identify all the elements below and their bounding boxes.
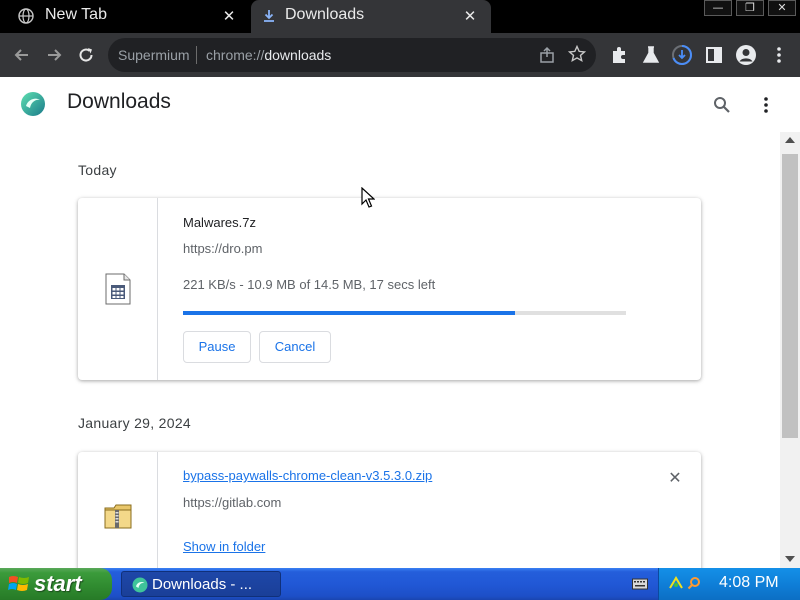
address-bar[interactable]: Supermium chrome://downloads: [108, 38, 596, 72]
download-status: 221 KB/s - 10.9 MB of 14.5 MB, 17 secs l…: [183, 277, 436, 292]
taskbar-item-downloads[interactable]: Downloads - ...: [121, 571, 281, 597]
show-in-folder-link[interactable]: Show in folder: [183, 539, 265, 554]
download-icon: [264, 10, 274, 22]
taskbar-item-label: Downloads - ...: [152, 576, 253, 593]
taskbar: start Downloads - ... 4:08 PM: [0, 568, 800, 600]
tab-strip: New Tab ✕ Downloads ✕ — ❐ ✕: [0, 0, 800, 33]
scrollbar[interactable]: [780, 132, 800, 568]
scroll-down-arrow-icon[interactable]: [784, 554, 796, 564]
site-name: Supermium: [118, 47, 190, 63]
separator: [196, 46, 197, 64]
url-text: chrome://downloads: [206, 47, 332, 63]
download-item: bypass-paywalls-chrome-clean-v3.5.3.0.zi…: [78, 452, 701, 568]
restore-icon[interactable]: ❐: [736, 0, 764, 16]
keyboard-icon[interactable]: [632, 577, 648, 591]
date-heading: January 29, 2024: [78, 415, 191, 431]
profile-avatar-icon[interactable]: [735, 44, 757, 66]
file-name: Malwares.7z: [183, 215, 256, 230]
network-icon[interactable]: [669, 576, 683, 590]
file-icon-column: [78, 452, 158, 568]
tab-label: Downloads: [285, 6, 365, 23]
archive-file-icon: [105, 273, 131, 305]
globe-icon: [18, 8, 34, 24]
cancel-button[interactable]: Cancel: [259, 331, 331, 363]
progress-fill: [183, 311, 516, 315]
file-source-url: https://gitlab.com: [183, 495, 282, 510]
scroll-up-arrow-icon[interactable]: [784, 135, 796, 145]
labs-flask-icon[interactable]: [640, 44, 662, 66]
tab-downloads[interactable]: Downloads ✕: [251, 0, 491, 33]
back-arrow-icon[interactable]: [12, 45, 32, 65]
download-item: Malwares.7z https://dro.pm 221 KB/s - 10…: [78, 198, 701, 380]
start-label: start: [34, 571, 82, 596]
file-source-url: https://dro.pm: [183, 241, 263, 256]
page-title: Downloads: [67, 90, 171, 113]
star-icon[interactable]: [568, 45, 586, 63]
download-progress-bar: [183, 311, 626, 315]
zip-folder-icon: [104, 504, 132, 529]
mouse-cursor-icon: [361, 187, 375, 208]
page-header: Downloads: [0, 77, 800, 132]
downloads-list: Today Malwares.7z https://dro.pm 221 KB/…: [0, 132, 780, 568]
share-icon[interactable]: [538, 46, 556, 64]
search-tray-icon[interactable]: [687, 576, 701, 590]
forward-arrow-icon[interactable]: [44, 45, 64, 65]
minimize-icon[interactable]: —: [704, 0, 732, 16]
file-icon-column: [78, 198, 158, 380]
scrollbar-thumb[interactable]: [782, 154, 798, 438]
reload-icon[interactable]: [76, 45, 96, 65]
file-name-link[interactable]: bypass-paywalls-chrome-clean-v3.5.3.0.zi…: [183, 468, 432, 483]
menu-dots-icon[interactable]: [768, 44, 790, 66]
pause-button[interactable]: Pause: [183, 331, 251, 363]
close-window-icon[interactable]: ✕: [768, 0, 796, 16]
start-button[interactable]: start: [0, 568, 112, 600]
supermium-logo-icon: [21, 92, 45, 116]
side-panel-icon[interactable]: [703, 44, 725, 66]
tab-new-tab[interactable]: New Tab ✕: [0, 0, 250, 33]
close-icon[interactable]: ✕: [463, 9, 477, 24]
window-controls: — ❐ ✕: [704, 0, 796, 18]
windows-logo-icon: [8, 576, 29, 591]
supermium-logo-icon: [132, 577, 148, 593]
download-progress-icon[interactable]: [671, 44, 693, 66]
toolbar: Supermium chrome://downloads: [0, 33, 800, 77]
close-icon[interactable]: ✕: [222, 9, 236, 24]
clock: 4:08 PM: [719, 574, 779, 591]
remove-close-icon[interactable]: ✕: [667, 470, 683, 486]
tab-label: New Tab: [45, 6, 107, 23]
search-icon[interactable]: [712, 95, 732, 115]
date-heading: Today: [78, 162, 117, 178]
extensions-icon[interactable]: [608, 44, 630, 66]
more-actions-icon[interactable]: [758, 95, 774, 115]
system-tray: 4:08 PM: [658, 568, 800, 600]
